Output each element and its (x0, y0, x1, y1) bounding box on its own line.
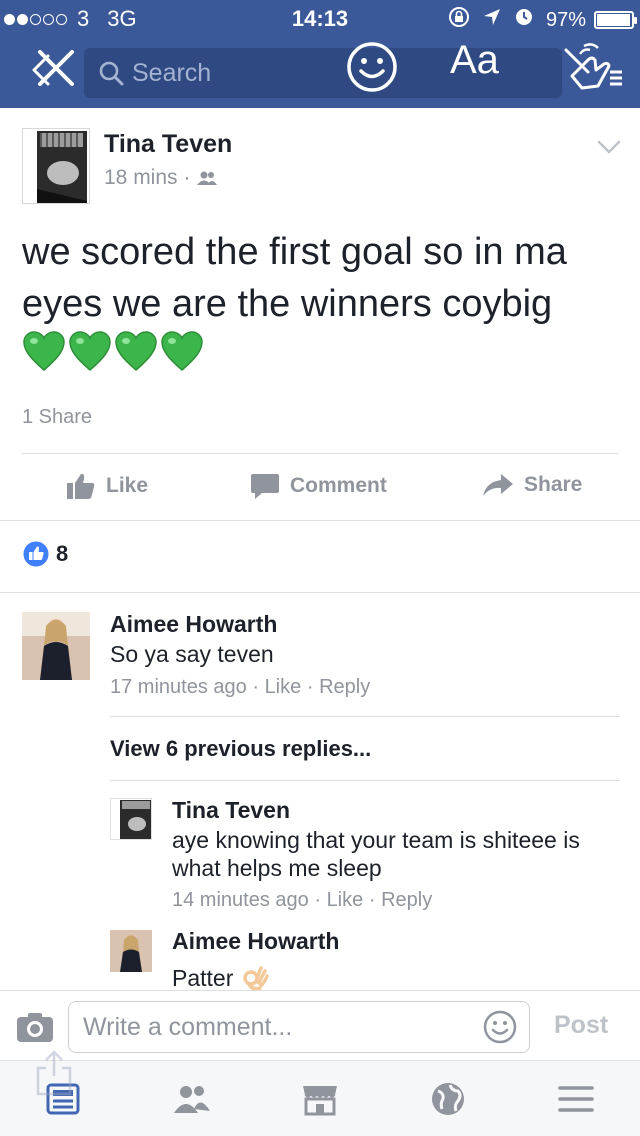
green-heart-icon (23, 331, 65, 371)
friends-icon[interactable] (172, 1081, 212, 1117)
comment-meta: 17 minutes ago · Like · Reply (110, 676, 370, 699)
comment-time: 17 minutes ago (110, 676, 247, 698)
post-header: Tina Teven 18 mins · (0, 108, 640, 218)
view-previous-replies-link[interactable]: View 6 previous replies... (110, 736, 371, 762)
like-button[interactable]: Like (66, 472, 148, 500)
search-icon (99, 61, 124, 86)
post-text: we scored the first goal so in ma eyes w… (22, 231, 567, 325)
commenter-avatar[interactable] (22, 612, 90, 680)
comment-composer: Post (0, 990, 640, 1060)
friends-icon (196, 171, 217, 185)
menu-icon[interactable] (556, 1081, 596, 1117)
reply-author-avatar[interactable] (110, 930, 152, 972)
reply-time: 14 minutes ago (172, 889, 309, 911)
comment-like-link[interactable]: Like (265, 676, 302, 698)
divider (110, 716, 620, 717)
reply-author-avatar[interactable] (110, 798, 152, 840)
share-button[interactable]: Share (482, 472, 582, 498)
like-label: Like (106, 474, 149, 497)
battery-percentage: 97% (545, 8, 586, 31)
green-heart-icon (161, 331, 203, 371)
like-reaction-icon (22, 540, 50, 568)
reply-reply-link[interactable]: Reply (381, 889, 432, 911)
divider (110, 780, 620, 781)
post-author-name[interactable]: Tina Teven (104, 130, 232, 159)
camera-icon[interactable] (16, 1011, 54, 1043)
reply-author-name[interactable]: Tina Teven (172, 797, 290, 824)
share-count[interactable]: 1 Share (22, 406, 92, 429)
comment-reply-link[interactable]: Reply (319, 676, 370, 698)
alarm-icon (514, 7, 534, 33)
divider (0, 592, 640, 593)
meta-separator: · (368, 889, 376, 911)
touch-gesture-icon[interactable] (558, 42, 624, 96)
post-emoji-row (22, 330, 206, 374)
app-header: 3 3G 14:13 97% Search Aa (0, 0, 640, 108)
text-size-button[interactable]: Aa (450, 38, 499, 83)
emoji-icon[interactable] (482, 1009, 518, 1045)
notifications-globe-icon[interactable] (428, 1081, 468, 1117)
comment-bubble-icon (251, 474, 279, 499)
share-sheet-icon (36, 1050, 72, 1096)
author-avatar[interactable] (22, 128, 90, 204)
nav-bar: Search Aa (0, 36, 640, 108)
rotation-lock-icon (448, 6, 470, 34)
reaction-count: 8 (56, 541, 69, 566)
post-time[interactable]: 18 mins (104, 166, 178, 190)
post-actions: Like Comment Share (0, 456, 640, 520)
green-heart-icon (115, 331, 157, 371)
chevron-down-icon[interactable] (596, 138, 622, 156)
reply-like-link[interactable]: Like (327, 889, 364, 911)
share-arrow-icon (483, 474, 513, 496)
status-bar: 3 3G 14:13 97% (0, 0, 640, 36)
smiley-icon[interactable] (345, 40, 399, 94)
post-meta: 18 mins · (104, 166, 217, 190)
reply-text-row: Patter (172, 964, 270, 992)
close-icon[interactable] (26, 46, 76, 92)
battery-icon (594, 11, 637, 29)
thumbs-up-icon (67, 473, 95, 499)
marketplace-icon[interactable] (300, 1081, 340, 1117)
search-placeholder: Search (132, 59, 212, 87)
comment-button[interactable]: Comment (250, 472, 387, 500)
ok-hand-icon (243, 966, 270, 991)
reply-text: Patter (172, 965, 234, 991)
green-heart-icon (69, 331, 111, 371)
share-label: Share (524, 473, 583, 496)
divider (0, 520, 640, 521)
meta-separator: · (252, 676, 259, 698)
reply-text: aye knowing that your team is shiteee is… (172, 827, 580, 881)
reply-meta: 14 minutes ago · Like · Reply (172, 889, 432, 912)
comment-input[interactable] (68, 1001, 530, 1053)
post-comment-button[interactable]: Post (554, 1011, 608, 1040)
comment-author-name[interactable]: Aimee Howarth (110, 611, 277, 638)
bottom-tab-bar (0, 1060, 640, 1136)
meta-separator: · (306, 676, 314, 698)
divider (22, 453, 618, 454)
reaction-summary[interactable]: 8 (22, 540, 68, 568)
meta-separator: · (314, 889, 321, 911)
reply-author-name[interactable]: Aimee Howarth (172, 928, 339, 955)
meta-separator: · (183, 166, 191, 189)
comment-label: Comment (290, 474, 387, 497)
location-arrow-icon (482, 7, 502, 33)
comment-text: So ya say teven (110, 641, 274, 667)
